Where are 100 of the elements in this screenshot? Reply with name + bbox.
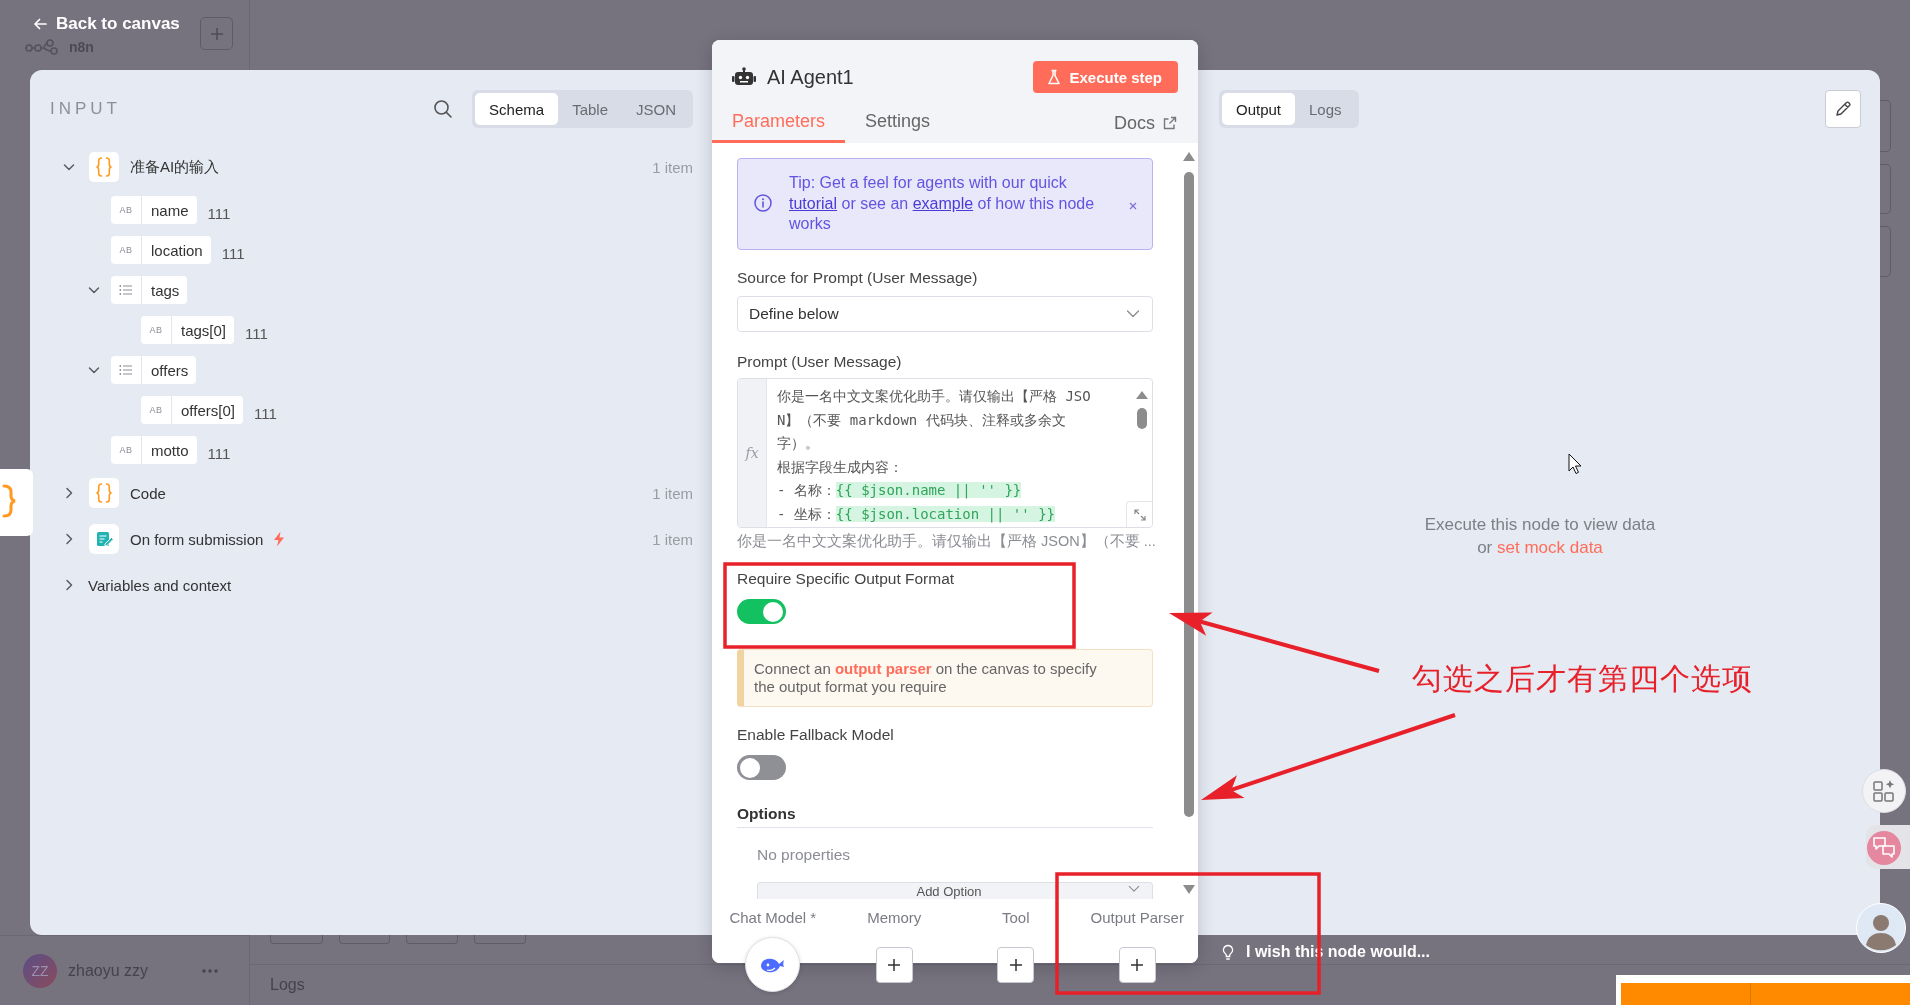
node-name: 准备AI的输入 <box>130 157 220 177</box>
list-icon <box>119 364 133 376</box>
scrollbar[interactable] <box>1183 152 1195 894</box>
plus-icon <box>887 958 902 972</box>
field-name: location <box>150 240 204 261</box>
app-logo-icon <box>25 39 59 55</box>
code-text: 根据字段生成内容： <box>777 458 903 475</box>
canvas-node <box>1880 100 1891 152</box>
empty-state-text: Execute this node to view data <box>1424 514 1656 536</box>
field-chip[interactable]: AB offers[0] <box>141 396 243 424</box>
sparkle-grid-icon[interactable] <box>1862 769 1906 813</box>
flask-icon <box>1047 69 1062 85</box>
plus-icon <box>1130 958 1145 972</box>
close-icon[interactable] <box>1129 202 1137 210</box>
add-connector-button[interactable] <box>1118 947 1156 983</box>
bulb-icon <box>1222 943 1234 961</box>
view-tab[interactable]: Schema <box>475 93 559 125</box>
field-value: 111 <box>253 403 277 422</box>
code-text: - 名称： <box>777 482 836 498</box>
type-label: AB <box>149 405 163 415</box>
type-label: AB <box>119 205 133 215</box>
field-label: Enable Fallback Model <box>737 725 895 745</box>
field-value: 111 <box>245 323 268 342</box>
expression-token: {{ $json.name || '' }} <box>835 482 1022 498</box>
code-text: N】（不要 markdown 代码块、注释或多余文 <box>777 411 1066 428</box>
empty-state-hint: or set mock data <box>1477 537 1603 559</box>
pencil-icon <box>1834 100 1852 118</box>
field-chip[interactable]: AB name <box>111 196 197 224</box>
connector-label: Tool <box>1002 909 1030 927</box>
canvas-node <box>406 935 458 944</box>
lightning-icon <box>273 531 286 547</box>
expression-token: {{ $json.location || '' }} <box>835 505 1055 522</box>
code-text: - 坐标： <box>777 505 836 522</box>
field-value: 111 <box>207 443 231 462</box>
section-label[interactable]: Variables and context <box>88 576 232 594</box>
empty-text: No properties <box>756 845 852 865</box>
form-icon <box>89 524 119 554</box>
tip-text: Tip: Get a feel for agents with our quick tutorial or see an example of how this node works <box>789 173 1096 234</box>
annotation-text: 勾选之后才有第四个选项 <box>1412 660 1753 698</box>
add-connector-button[interactable] <box>875 947 913 983</box>
field-value: 111 <box>207 203 231 222</box>
view-tab[interactable]: Table <box>558 93 622 125</box>
field-label: Source for Prompt (User Message) <box>737 268 979 288</box>
item-count: 1 item <box>652 530 693 548</box>
prompt-editor[interactable]: fx 你是一名中文文案优化助手。请仅输出【严格 JSO N】（不要 markdown 代码块、注释或多余文 字）。 根据字段生成内容： - 名称：{{ $json.name || '' }} - 坐标：{{ $json.location || '' }} <box>737 378 1153 528</box>
plus-icon <box>209 26 224 41</box>
canvas-node <box>474 935 526 944</box>
item-count: 1 item <box>652 158 693 176</box>
field-label: Require Specific Output Format <box>737 569 956 589</box>
node-name: On form submission <box>130 530 264 548</box>
panel-tab[interactable]: Settings <box>845 103 951 143</box>
view-tab[interactable]: JSON <box>622 93 690 125</box>
field-value: 111 <box>221 243 245 262</box>
external-link-icon <box>1163 116 1177 130</box>
canvas-node <box>1880 164 1891 214</box>
field-name: tags[0] <box>180 320 228 341</box>
field-chip[interactable]: tags <box>111 276 188 304</box>
view-tab[interactable]: Output <box>1222 93 1296 125</box>
expression-preview: 你是一名中文文案优化助手。请仅输出【严格 JSON】（不要 ... <box>737 532 1153 551</box>
model-button[interactable] <box>745 937 801 992</box>
assistant-avatar-icon[interactable] <box>1856 903 1906 953</box>
scrollbar[interactable] <box>1136 391 1148 429</box>
info-icon <box>754 194 772 212</box>
canvas-node <box>1880 226 1891 277</box>
type-label: AB <box>119 445 133 455</box>
fx-label: fx <box>745 445 759 461</box>
toggle-switch[interactable] <box>737 755 786 780</box>
section-title: Options <box>737 804 1153 828</box>
search-icon[interactable] <box>433 99 454 119</box>
canvas-node <box>339 935 390 944</box>
add-connector-button[interactable] <box>997 947 1035 983</box>
field-name: offers[0] <box>180 400 236 421</box>
docs-link[interactable]: Docs <box>1114 103 1177 143</box>
text-link[interactable]: tutorial <box>789 194 838 212</box>
canvas-node <box>270 935 323 944</box>
field-name: name <box>150 200 190 221</box>
expand-icon <box>1133 508 1146 521</box>
arrow-left-icon <box>33 17 47 31</box>
chevron-down-icon <box>1128 884 1140 893</box>
select-field[interactable]: Define below <box>737 296 1153 332</box>
field-chip[interactable]: AB motto <box>111 436 197 464</box>
field-chip[interactable]: offers <box>111 356 197 384</box>
mouse-pointer-icon <box>1568 453 1582 475</box>
field-name: offers <box>150 360 190 381</box>
panel-title: INPUT <box>50 99 121 119</box>
type-label: AB <box>149 325 163 335</box>
view-tab[interactable]: Logs <box>1295 93 1356 125</box>
toggle-switch[interactable] <box>737 599 786 624</box>
code-text: 字）。 <box>777 435 819 451</box>
back-link[interactable]: Back to canvas <box>33 13 180 35</box>
field-chip[interactable]: AB tags[0] <box>141 316 235 344</box>
connector-label: Memory <box>867 909 922 927</box>
braces-icon <box>89 478 119 508</box>
plus-icon <box>1008 958 1023 972</box>
connector-label: Chat Model * <box>729 909 817 927</box>
add-option-button[interactable]: Add Option <box>757 882 1153 899</box>
text-link[interactable]: example <box>912 194 974 212</box>
item-count: 1 item <box>652 484 693 502</box>
field-chip[interactable]: AB location <box>111 236 211 264</box>
edit-button[interactable] <box>1825 90 1861 128</box>
